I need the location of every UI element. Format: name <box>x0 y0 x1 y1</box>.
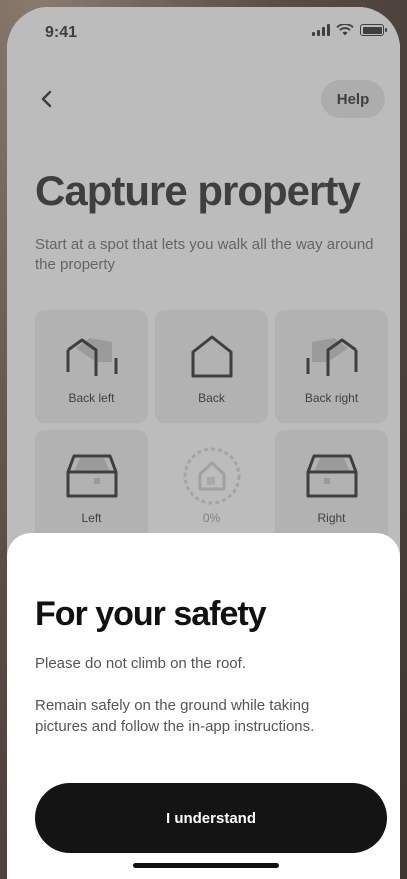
phone-screen: 9:41 Help Capture property Start at a sp… <box>7 7 400 879</box>
capture-screen: 9:41 Help Capture property Start at a sp… <box>7 7 400 879</box>
i-understand-button[interactable]: I understand <box>35 783 387 853</box>
home-indicator[interactable] <box>133 863 279 868</box>
sheet-title: For your safety <box>35 595 267 633</box>
sheet-text-ground: Remain safely on the ground while taking… <box>35 697 315 735</box>
safety-bottom-sheet: For your safety Please do not climb on t… <box>7 533 400 879</box>
sheet-text-roof: Please do not climb on the roof. <box>35 655 246 672</box>
